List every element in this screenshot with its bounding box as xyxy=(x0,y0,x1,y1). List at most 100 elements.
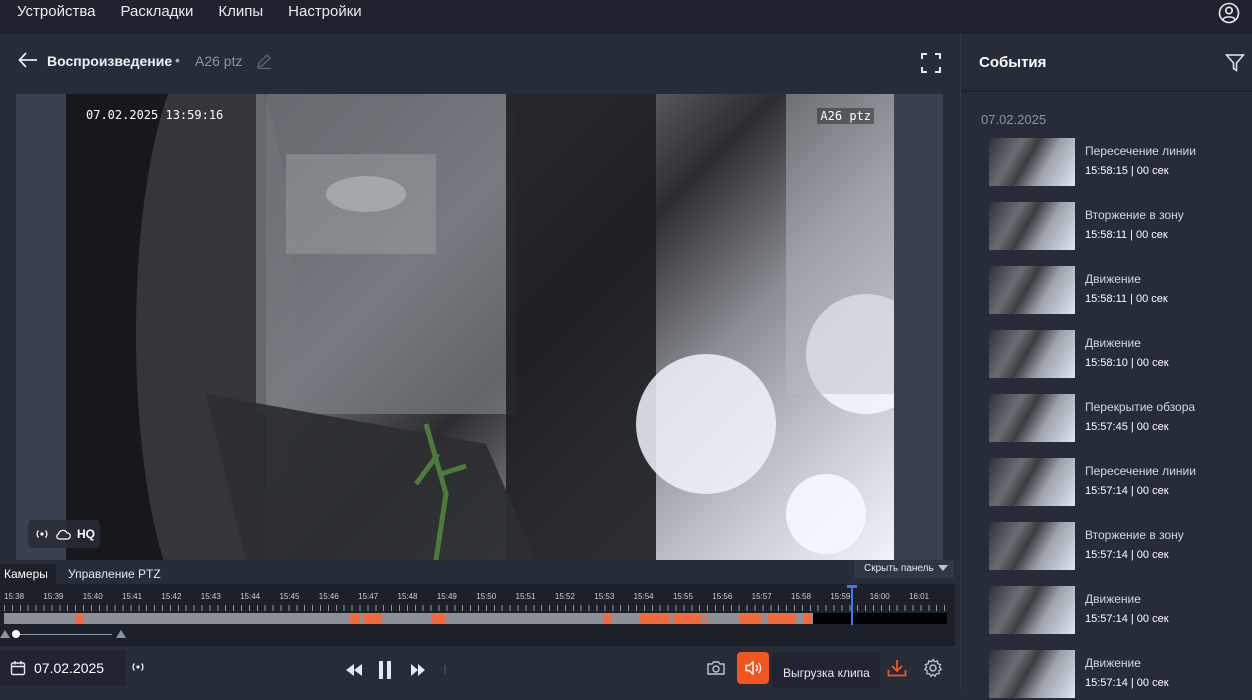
timeline-tick-label: 15:46 xyxy=(318,592,339,601)
filter-icon[interactable] xyxy=(1225,53,1245,73)
timeline-tick-label: 15:55 xyxy=(672,592,693,601)
playhead[interactable] xyxy=(851,587,853,625)
video-stream[interactable]: 07.02.2025 13:59:16 A26 ptz xyxy=(66,94,894,560)
timeline-tick-label: 15:57 xyxy=(751,592,772,601)
event-segment[interactable] xyxy=(75,613,83,624)
event-time: 15:57:14 | 00 сек xyxy=(1085,677,1169,689)
event-segment[interactable] xyxy=(350,613,360,624)
nav-settings[interactable]: Настройки xyxy=(288,3,362,20)
event-item[interactable]: Вторжение в зону 15:58:11 | 00 сек xyxy=(989,202,1239,252)
tab-cameras[interactable]: Камеры xyxy=(0,564,56,584)
event-segment[interactable] xyxy=(603,613,612,624)
camera-image xyxy=(66,94,894,560)
user-account-icon[interactable] xyxy=(1218,2,1240,24)
event-item[interactable]: Пересечение линии 15:58:15 | 00 сек xyxy=(989,138,1239,188)
export-clip-tooltip: Выгрузка клипа xyxy=(772,652,880,688)
event-item[interactable]: Движение 15:58:11 | 00 сек xyxy=(989,266,1239,316)
nav-clips[interactable]: Клипы xyxy=(218,3,263,20)
fast-forward-icon[interactable] xyxy=(410,664,426,676)
zoom-out-icon[interactable] xyxy=(0,630,10,638)
divider xyxy=(444,665,446,675)
timeline-tick-label: 15:39 xyxy=(43,592,64,601)
event-segment[interactable] xyxy=(364,613,382,624)
timeline-tick-label: 15:59 xyxy=(830,592,851,601)
event-thumbnail[interactable] xyxy=(989,394,1075,442)
zoom-in-icon[interactable] xyxy=(116,630,126,638)
calendar-icon xyxy=(10,661,26,676)
event-type: Пересечение линии xyxy=(1085,144,1196,158)
event-thumbnail[interactable] xyxy=(989,650,1075,698)
event-time: 15:57:45 | 00 сек xyxy=(1085,421,1169,433)
event-type: Вторжение в зону xyxy=(1085,208,1184,222)
event-segment[interactable] xyxy=(639,613,669,624)
timeline-tick-label: 15:51 xyxy=(515,592,536,601)
event-segment[interactable] xyxy=(673,613,701,624)
events-panel: События 07.02.2025 Пересечение линии 15:5… xyxy=(960,34,1252,698)
export-clip-button[interactable] xyxy=(881,652,913,684)
event-thumbnail[interactable] xyxy=(989,330,1075,378)
timeline-tick-label: 15:58 xyxy=(791,592,812,601)
rewind-icon[interactable] xyxy=(345,664,363,676)
event-thumbnail[interactable] xyxy=(989,202,1075,250)
event-type: Движение xyxy=(1085,656,1141,670)
pause-icon[interactable] xyxy=(378,660,392,680)
sound-button[interactable] xyxy=(737,652,769,684)
timeline-tick-label: 15:47 xyxy=(358,592,379,601)
event-time: 15:58:15 | 00 сек xyxy=(1085,165,1169,177)
tab-ptz-control[interactable]: Управление PTZ xyxy=(68,567,161,581)
hide-panel-button[interactable]: Скрыть панель xyxy=(854,560,954,578)
nav-layouts[interactable]: Раскладки xyxy=(120,3,193,20)
timeline-zoom xyxy=(0,627,140,641)
timeline-tick-label: 15:48 xyxy=(397,592,418,601)
event-item[interactable]: Движение 15:57:14 | 00 сек xyxy=(989,650,1239,700)
stream-quality-badge[interactable]: HQ xyxy=(28,520,100,548)
zoom-track[interactable] xyxy=(16,634,112,635)
event-segment[interactable] xyxy=(739,613,761,624)
download-icon xyxy=(887,660,907,677)
video-player[interactable]: 07.02.2025 13:59:16 A26 ptz HQ xyxy=(16,94,943,560)
event-thumbnail[interactable] xyxy=(989,586,1075,634)
osd-camera-label: A26 ptz xyxy=(817,108,874,124)
timeline-tick-label: 15:41 xyxy=(122,592,143,601)
date-picker[interactable]: 07.02.2025 xyxy=(0,650,126,686)
timeline-tick-label: 15:40 xyxy=(82,592,103,601)
snapshot-button[interactable] xyxy=(700,652,732,684)
timeline[interactable]: 15:38 15:39 15:40 15:41 15:42 15:43 15:44 15:45… xyxy=(0,584,955,646)
fullscreen-icon[interactable] xyxy=(920,52,942,74)
zoom-slider-knob[interactable] xyxy=(12,630,20,638)
event-type: Движение xyxy=(1085,336,1141,350)
event-segment[interactable] xyxy=(767,613,795,624)
event-thumbnail[interactable] xyxy=(989,266,1075,314)
event-item[interactable]: Вторжение в зону 15:57:14 | 00 сек xyxy=(989,522,1239,572)
event-item[interactable]: Пересечение линии 15:57:14 | 00 сек xyxy=(989,458,1239,508)
event-item[interactable]: Движение 15:57:14 | 00 сек xyxy=(989,586,1239,636)
nav-devices[interactable]: Устройства xyxy=(17,3,95,20)
edit-pencil-icon[interactable] xyxy=(256,53,272,69)
event-time: 15:57:14 | 00 сек xyxy=(1085,485,1169,497)
back-arrow-icon[interactable] xyxy=(18,51,38,69)
event-item[interactable]: Перекрытие обзора 15:57:45 | 00 сек xyxy=(989,394,1239,444)
camera-icon xyxy=(707,661,725,675)
timeline-tick-label: 15:44 xyxy=(240,592,261,601)
timeline-tick-label: 15:52 xyxy=(554,592,575,601)
event-segment[interactable] xyxy=(804,613,811,624)
timeline-tick-label: 15:53 xyxy=(594,592,615,601)
events-header: События xyxy=(961,34,1252,92)
event-thumbnail[interactable] xyxy=(989,458,1075,506)
event-segment[interactable] xyxy=(706,613,708,624)
no-recording-track xyxy=(813,613,947,624)
event-type: Движение xyxy=(1085,272,1141,286)
player-controls: 07.02.2025 Выгрузка клипа xyxy=(0,646,960,689)
main-nav: Устройства Раскладки Клипы Настройки xyxy=(17,3,362,20)
live-mode-icon[interactable] xyxy=(130,661,146,673)
timeline-tick-label: 15:49 xyxy=(436,592,457,601)
event-time: 15:58:11 | 00 сек xyxy=(1085,293,1168,305)
event-thumbnail[interactable] xyxy=(989,522,1075,570)
event-item[interactable]: Движение 15:58:10 | 00 сек xyxy=(989,330,1239,380)
event-thumbnail[interactable] xyxy=(989,138,1075,186)
player-settings-button[interactable] xyxy=(917,652,949,684)
hide-panel-label: Скрыть панель xyxy=(864,563,934,574)
event-segment[interactable] xyxy=(432,613,445,624)
event-time: 15:58:10 | 00 сек xyxy=(1085,357,1169,369)
caret-down-icon xyxy=(937,565,948,572)
